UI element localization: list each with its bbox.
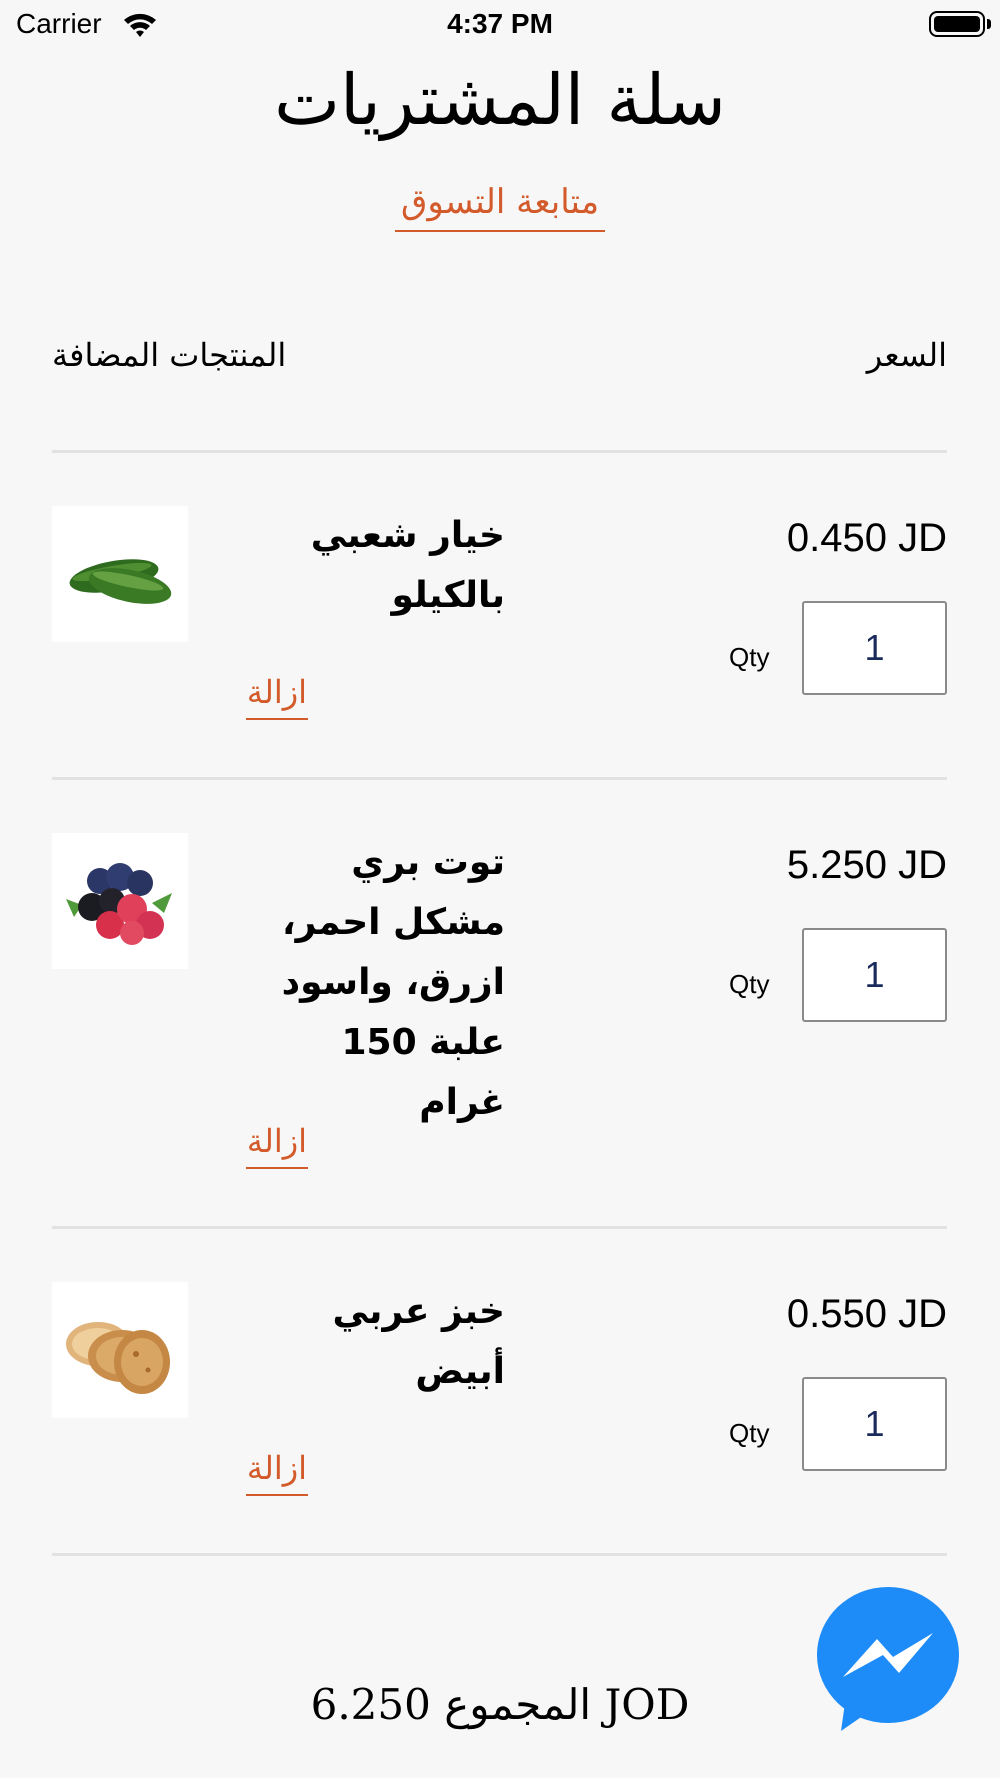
item-name: توت بري مشكل احمر، ازرق، واسود علبة 150 … <box>245 833 505 1133</box>
continue-shopping-link[interactable]: متابعة التسوق <box>395 178 605 232</box>
battery-icon <box>929 11 985 37</box>
item-name-line: توت بري <box>351 842 505 883</box>
remove-button[interactable]: ازالة <box>246 1444 308 1496</box>
item-price: 0.450 JD <box>786 516 947 560</box>
qty-label: Qty <box>729 969 770 999</box>
clock: 4:37 PM <box>447 8 553 39</box>
arabic-bread-image <box>52 1282 188 1418</box>
berries-image <box>52 833 188 969</box>
products-column-header: المنتجات المضافة <box>52 336 287 374</box>
divider <box>52 450 947 453</box>
cucumber-image <box>52 506 188 642</box>
item-name-line: ازرق، واسود <box>281 962 505 1003</box>
item-price: 5.250 JD <box>786 843 947 887</box>
page-title: سلة المشتريات <box>274 59 726 141</box>
quantity-input[interactable]: 1 <box>802 601 947 695</box>
qty-label: Qty <box>729 1418 770 1448</box>
item-name-line: خبز عربي <box>332 1291 506 1332</box>
status-bar: Carrier 4:37 PM <box>0 0 1000 50</box>
item-name-line: خيار شعبي <box>310 515 505 556</box>
divider <box>52 777 947 780</box>
quantity-input[interactable]: 1 <box>802 928 947 1022</box>
item-name: خبز عربي أبيض <box>245 1282 506 1402</box>
divider <box>52 1226 947 1229</box>
messenger-chat-button[interactable] <box>815 1585 961 1731</box>
remove-button[interactable]: ازالة <box>246 668 308 720</box>
item-name-line: أبيض <box>415 1351 505 1392</box>
remove-button[interactable]: ازالة <box>246 1117 308 1169</box>
item-price: 0.550 JD <box>786 1292 947 1336</box>
quantity-input[interactable]: 1 <box>802 1377 947 1471</box>
item-name: خيار شعبي بالكيلو <box>245 506 505 626</box>
divider <box>52 1553 947 1556</box>
item-name-line: علبة 150 غرام <box>341 1022 505 1123</box>
item-name-line: مشكل احمر، <box>281 902 505 943</box>
item-name-line: بالكيلو <box>391 575 505 616</box>
battery-tip <box>987 19 991 29</box>
qty-label: Qty <box>729 642 770 672</box>
price-column-header: السعر <box>866 336 947 374</box>
messenger-icon <box>817 1587 959 1731</box>
